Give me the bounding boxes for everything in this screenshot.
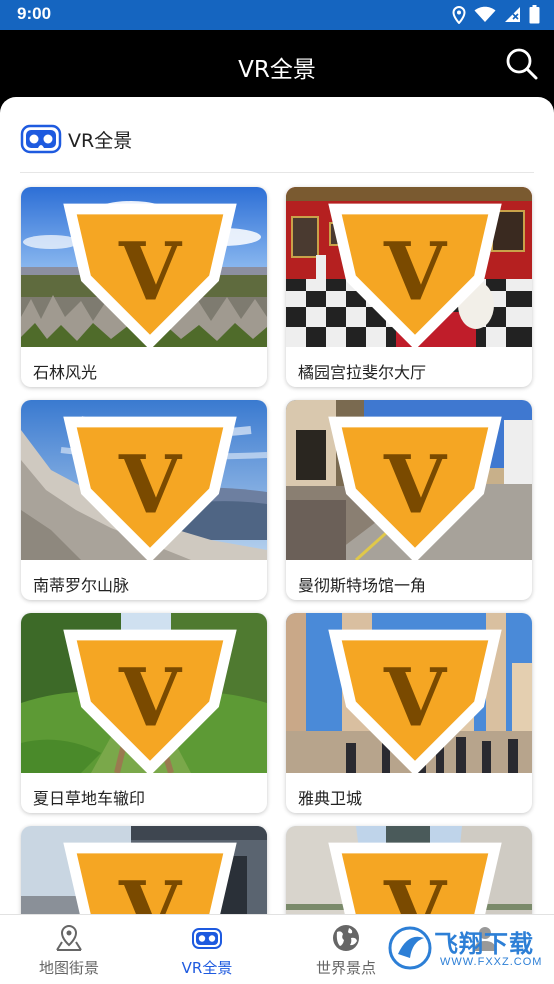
vr-goggles-icon: [20, 124, 62, 154]
search-button[interactable]: [504, 46, 540, 82]
page-title: VR全景: [238, 57, 316, 83]
card-thumbnail: V: [286, 187, 532, 347]
nav-label: VR全景: [181, 959, 233, 977]
card-label: 夏日草地车辙印: [33, 789, 146, 808]
card-thumbnail: V: [286, 613, 532, 773]
wifi-icon: [474, 6, 496, 22]
app-bar: VR全景: [0, 30, 554, 100]
section-header: VR全景: [20, 121, 132, 157]
location-icon: [452, 5, 466, 24]
content-sheet: VR全景 V 石林风光 V 橘园宫拉斐尔大厅 V 南蒂罗尔山脉 V 曼彻斯特场馆…: [0, 97, 554, 984]
divider: [20, 172, 534, 173]
card-label: 雅典卫城: [298, 789, 363, 808]
map-pin-icon: [56, 924, 82, 951]
vr-badge-icon: V: [328, 416, 502, 560]
status-icons: [452, 5, 540, 24]
svg-text:V: V: [383, 651, 448, 745]
search-icon: [506, 48, 538, 80]
vr-badge-icon: V: [63, 416, 237, 560]
svg-text:V: V: [383, 438, 448, 532]
card-label: 南蒂罗尔山脉: [33, 576, 130, 595]
vr-badge-icon: V: [328, 203, 502, 347]
vr-badge-icon: V: [63, 629, 237, 773]
card-acropolis[interactable]: V 雅典卫城: [286, 613, 532, 813]
nav-item-map-street[interactable]: 地图街景: [0, 915, 138, 984]
svg-text:V: V: [383, 225, 448, 319]
card-label: 曼彻斯特场馆一角: [298, 576, 427, 595]
vr-badge-icon: V: [328, 629, 502, 773]
watermark-text: 飞翔下载: [434, 930, 534, 958]
card-manchester-venue[interactable]: V 曼彻斯特场馆一角: [286, 400, 532, 600]
nav-item-vr[interactable]: VR全景: [138, 915, 276, 984]
section-title: VR全景: [68, 129, 133, 152]
status-bar: 9:00: [0, 0, 554, 30]
svg-text:V: V: [118, 225, 183, 319]
card-thumbnail: V: [21, 613, 267, 773]
vr-goggles-icon: [192, 928, 222, 949]
signal-icon: [505, 7, 520, 22]
status-time: 9:00: [17, 4, 52, 23]
card-south-tyrol[interactable]: V 南蒂罗尔山脉: [21, 400, 267, 600]
globe-icon: [333, 925, 359, 951]
watermark-sub: WWW.FXXZ.COM: [440, 956, 543, 968]
watermark: 飞翔下载 WWW.FXXZ.COM: [388, 920, 548, 976]
card-summer-meadow[interactable]: V 夏日草地车辙印: [21, 613, 267, 813]
vr-badge-icon: V: [63, 203, 237, 347]
card-label: 橘园宫拉斐尔大厅: [298, 363, 427, 382]
svg-text:V: V: [118, 438, 183, 532]
card-thumbnail: V: [286, 400, 532, 560]
watermark-logo-icon: [388, 926, 432, 970]
card-stone-forest[interactable]: V 石林风光: [21, 187, 267, 387]
card-thumbnail: V: [21, 187, 267, 347]
svg-text:V: V: [118, 651, 183, 745]
card-raphael-hall[interactable]: V 橘园宫拉斐尔大厅: [286, 187, 532, 387]
nav-label: 地图街景: [38, 959, 99, 977]
battery-icon: [529, 5, 540, 24]
card-thumbnail: V: [21, 400, 267, 560]
card-label: 石林风光: [33, 363, 98, 382]
